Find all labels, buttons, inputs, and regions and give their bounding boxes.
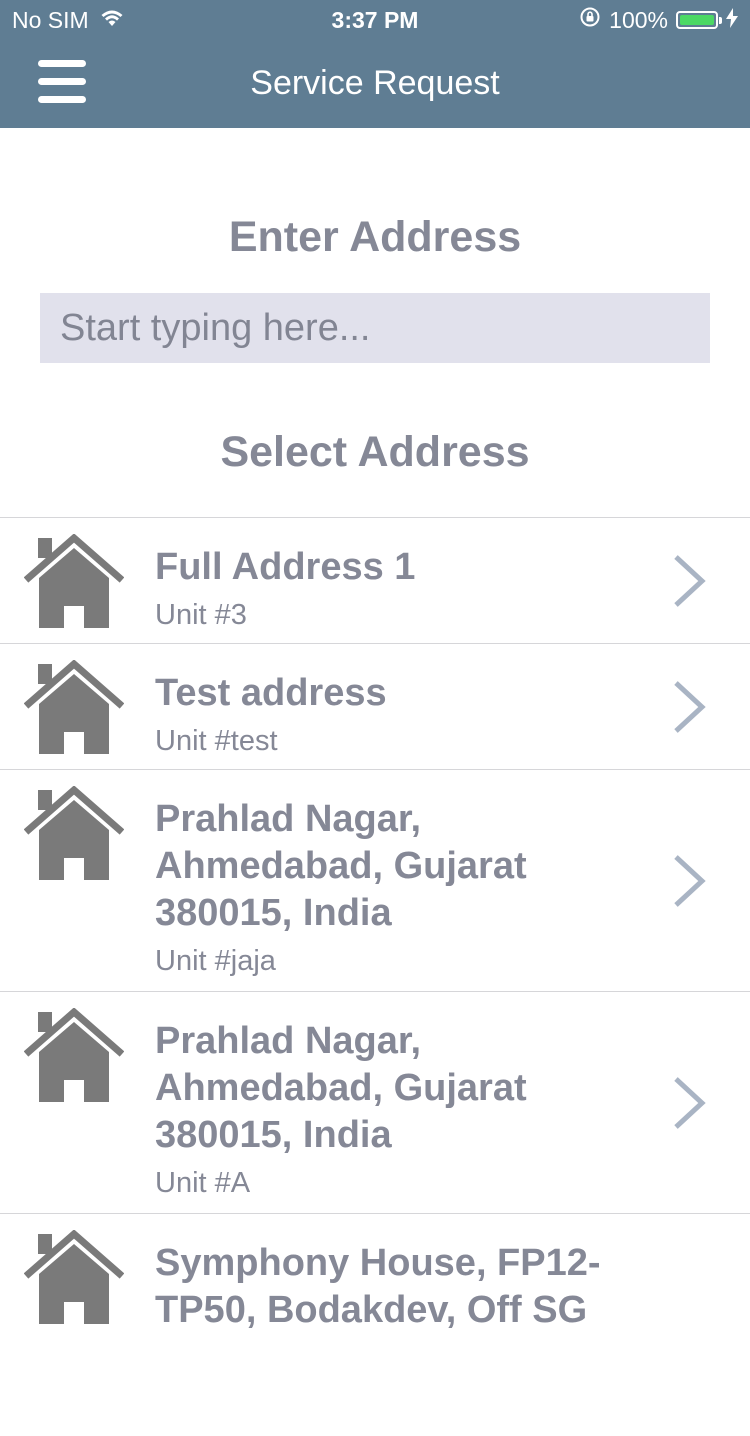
- page-title: Service Request: [250, 64, 500, 102]
- address-unit: Unit #jaja: [155, 945, 276, 977]
- house-icon: [23, 1007, 125, 1109]
- address-title: Symphony House, FP12-TP50, Bodakdev, Off…: [155, 1242, 601, 1331]
- battery-icon: [676, 11, 722, 29]
- enter-address-heading: Enter Address: [228, 213, 522, 261]
- address-title: Full Address 1: [155, 546, 416, 588]
- house-icon: [23, 659, 125, 761]
- house-icon: [23, 785, 125, 887]
- address-row[interactable]: Prahlad Nagar, Ahmedabad, Gujarat 380015…: [0, 770, 750, 992]
- address-search-input[interactable]: [40, 293, 710, 363]
- address-unit: Unit #test: [155, 725, 278, 757]
- chevron-right-icon: [672, 853, 706, 914]
- orientation-lock-icon: [579, 6, 601, 34]
- chevron-right-icon: [672, 1075, 706, 1136]
- charging-bolt-icon: [726, 7, 738, 34]
- select-address-heading: Select Address: [220, 428, 530, 476]
- address-title: Prahlad Nagar, Ahmedabad, Gujarat 380015…: [155, 798, 527, 934]
- address-row[interactable]: Full Address 1 Unit #3: [0, 518, 750, 644]
- address-unit: Unit #3: [155, 599, 247, 631]
- address-list: Full Address 1 Unit #3 Test address Unit…: [0, 517, 750, 1436]
- battery-percent: 100%: [609, 6, 668, 33]
- address-title: Test address: [155, 672, 387, 714]
- house-icon: [23, 533, 125, 635]
- status-right: 100%: [571, 6, 738, 34]
- address-row[interactable]: Test address Unit #test: [0, 644, 750, 770]
- chevron-right-icon: [672, 679, 706, 740]
- address-row[interactable]: Symphony House, FP12-TP50, Bodakdev, Off…: [0, 1214, 750, 1436]
- status-bar: No SIM 3:37 PM 100%: [0, 0, 750, 40]
- address-unit: Unit #A: [155, 1167, 251, 1199]
- header: No SIM 3:37 PM 100% Service Request: [0, 0, 750, 128]
- chevron-right-icon: [672, 553, 706, 614]
- address-title: Prahlad Nagar, Ahmedabad, Gujarat 380015…: [155, 1020, 527, 1156]
- house-icon: [23, 1229, 125, 1331]
- address-row[interactable]: Prahlad Nagar, Ahmedabad, Gujarat 380015…: [0, 992, 750, 1214]
- nav-bar: Service Request: [0, 40, 750, 128]
